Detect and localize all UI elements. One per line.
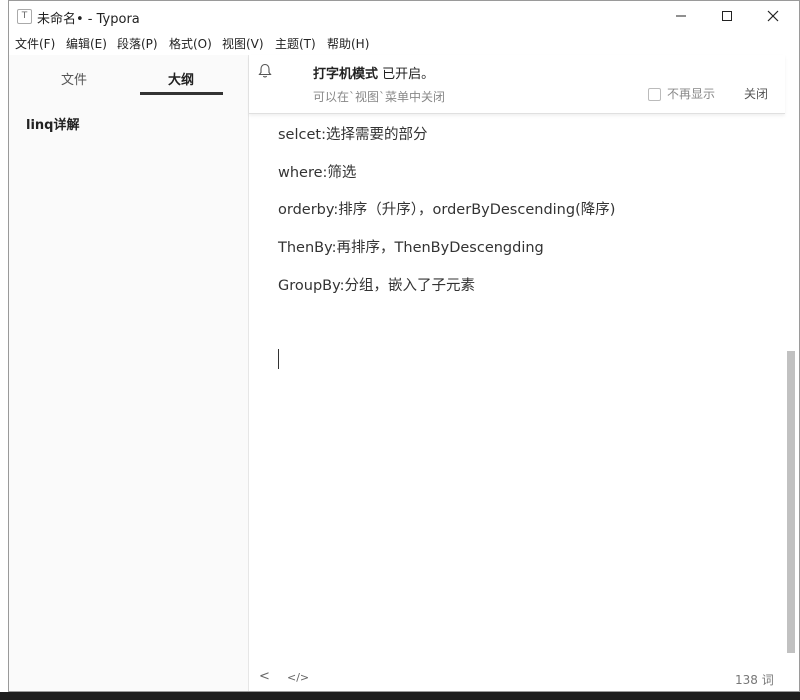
- typora-window: T 未命名• - Typora 文件(F) 编辑(E) 段落(P) 格式(O) …: [8, 0, 800, 692]
- typewriter-mode-notification: 打字机模式 已开启。 可以在`视图`菜单中关闭 不再显示 关闭: [249, 55, 785, 114]
- notification-title-bold: 打字机模式: [313, 67, 379, 82]
- status-bar: < </> 138 词: [249, 663, 799, 691]
- word-count[interactable]: 138 词: [735, 671, 774, 688]
- outline-item[interactable]: linq详解: [26, 114, 79, 133]
- paragraph[interactable]: orderby:排序（升序），orderByDescending(降序): [278, 198, 615, 219]
- paragraph[interactable]: GroupBy:分组，嵌入了子元素: [278, 274, 475, 295]
- minimize-button[interactable]: [658, 1, 704, 31]
- menu-view[interactable]: 视图(V): [222, 35, 264, 52]
- menu-paragraph[interactable]: 段落(P): [117, 35, 158, 52]
- menu-format[interactable]: 格式(O): [169, 35, 212, 52]
- taskbar: [0, 692, 800, 700]
- maximize-icon: [722, 11, 732, 21]
- window-title: 未命名• - Typora: [37, 12, 140, 27]
- scrollbar-thumb[interactable]: [787, 351, 795, 653]
- menu-bar: 文件(F) 编辑(E) 段落(P) 格式(O) 视图(V) 主题(T) 帮助(H…: [9, 31, 799, 55]
- sidebar: 文件 大纲 linq详解: [9, 55, 249, 691]
- tab-files[interactable]: 文件: [61, 69, 87, 88]
- menu-edit[interactable]: 编辑(E): [66, 35, 107, 52]
- bell-icon: [258, 63, 272, 78]
- paragraph[interactable]: where:筛选: [278, 161, 356, 182]
- close-notification-button[interactable]: 关闭: [744, 85, 768, 102]
- menu-help[interactable]: 帮助(H): [327, 35, 369, 52]
- dont-show-again-checkbox[interactable]: [648, 88, 661, 101]
- notification-subtitle: 可以在`视图`菜单中关闭: [313, 90, 446, 104]
- paragraph[interactable]: ThenBy:再排序，ThenByDescengding: [278, 236, 544, 257]
- toggle-sidebar-icon[interactable]: <: [259, 669, 270, 684]
- menu-theme[interactable]: 主题(T): [275, 35, 316, 52]
- menu-file[interactable]: 文件(F): [15, 35, 55, 52]
- active-tab-indicator: [140, 92, 223, 95]
- notification-title-rest: 已开启。: [378, 67, 435, 82]
- close-icon: [767, 10, 779, 22]
- text-caret: [278, 349, 279, 369]
- typora-app-icon: T: [17, 9, 32, 24]
- paragraph[interactable]: selcet:选择需要的部分: [278, 123, 427, 144]
- title-bar: T 未命名• - Typora: [9, 1, 799, 31]
- tab-outline[interactable]: 大纲: [168, 69, 194, 88]
- source-code-mode-icon[interactable]: </>: [287, 671, 309, 684]
- minimize-icon: [676, 15, 686, 17]
- maximize-button[interactable]: [704, 1, 750, 31]
- notification-title: 打字机模式 已开启。: [313, 63, 434, 82]
- close-button[interactable]: [750, 1, 796, 31]
- editor-area[interactable]: selcet:选择需要的部分 where:筛选 orderby:排序（升序），o…: [249, 113, 785, 663]
- dont-show-again-label[interactable]: 不再显示: [667, 85, 715, 102]
